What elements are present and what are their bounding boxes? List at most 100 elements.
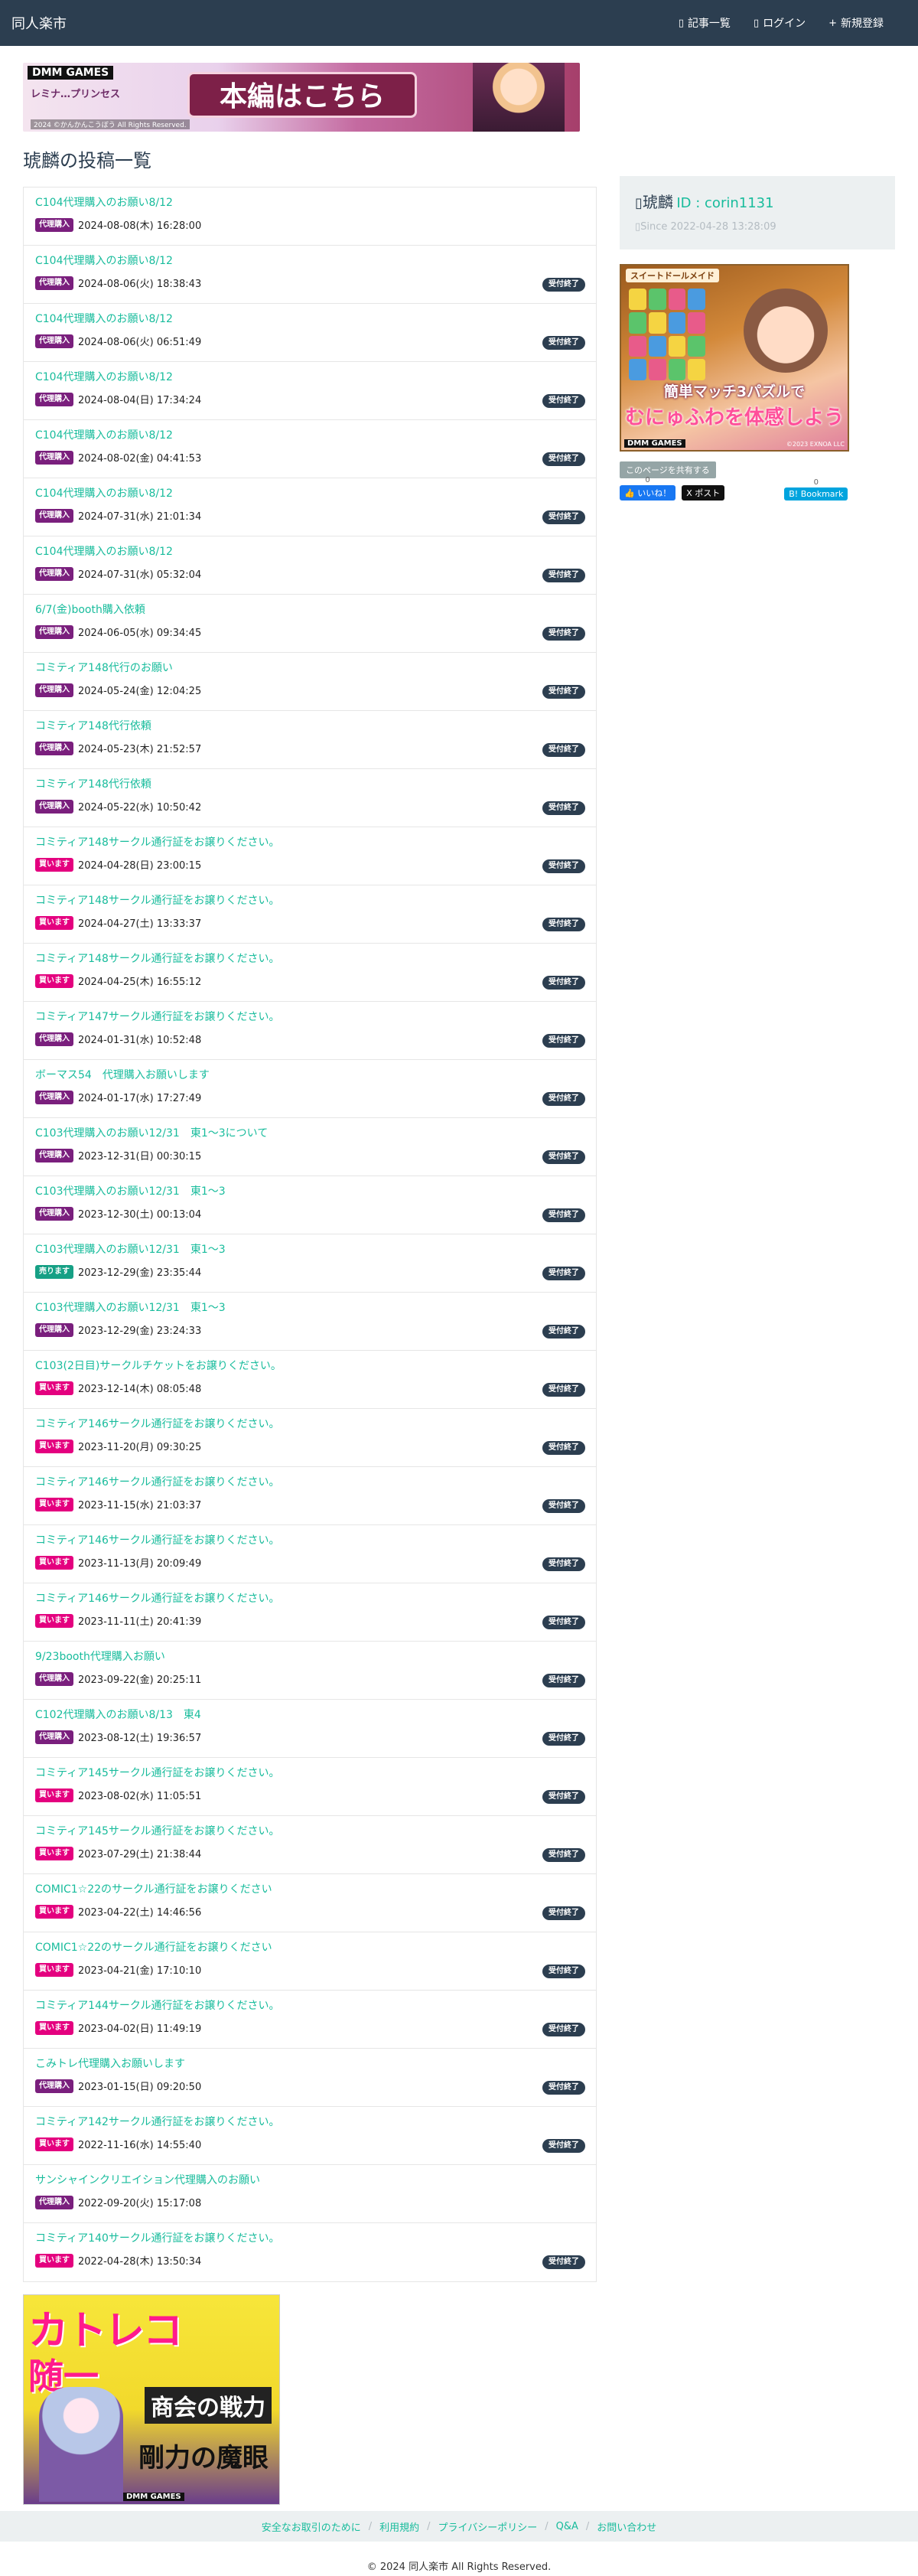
post-title-link[interactable]: コミティア148サークル通行証をお譲りください。	[35, 951, 584, 967]
nav-link-login[interactable]: ▯ ログイン	[754, 15, 806, 31]
banner-cta: 本編はこちら	[187, 72, 417, 118]
post-meta: 買います 2022-04-28(木) 13:50:34	[35, 2253, 584, 2268]
post-title-link[interactable]: C104代理購入のお願い8/12	[35, 195, 584, 210]
post-title-link[interactable]: コミティア144サークル通行証をお譲りください。	[35, 1998, 584, 2014]
post-title-link[interactable]: C104代理購入のお願い8/12	[35, 311, 584, 327]
post-title-link[interactable]: C104代理購入のお願い8/12	[35, 428, 584, 443]
post-list-item: C103代理購入のお願い12/31 東1〜3 代理購入 2023-12-29(金) …	[24, 1293, 596, 1351]
post-list-item: コミティア148サークル通行証をお譲りください。 買います 2024-04-25(木…	[24, 944, 596, 1002]
post-title-link[interactable]: コミティア147サークル通行証をお譲りください。	[35, 1009, 584, 1025]
post-title-link[interactable]: C102代理購入のお願い8/13 東4	[35, 1707, 584, 1723]
post-title-link[interactable]: こみトレ代理購入お願いします	[35, 2056, 584, 2072]
top-ad-banner[interactable]: DMM GAMES レミナ…プリンセス 本編はこちら 2024 ©かんかんこうぼ…	[23, 63, 580, 132]
post-date: 2024-04-25(木) 16:55:12	[78, 977, 202, 988]
post-title-link[interactable]: コミティア145サークル通行証をお譲りください。	[35, 1766, 584, 1781]
post-title-link[interactable]: C104代理購入のお願い8/12	[35, 370, 584, 385]
post-date: 2024-08-04(日) 17:34:24	[78, 395, 202, 406]
footer-link[interactable]: 利用規約	[379, 2519, 419, 2534]
post-title-link[interactable]: コミティア148代行のお願い	[35, 660, 584, 676]
post-title-link[interactable]: C103代理購入のお願い12/31 東1〜3	[35, 1184, 584, 1199]
share-buttons: 0 👍 いいね！ X ポスト 0 B! Bookmark	[620, 476, 848, 501]
post-title-link[interactable]: コミティア145サークル通行証をお譲りください。	[35, 1824, 584, 1839]
post-type-badge: 代理購入	[35, 683, 73, 697]
post-meta: 代理購入 2024-08-06(火) 06:51:49	[35, 334, 584, 348]
hatena-bookmark-label: B! Bookmark	[784, 487, 848, 501]
post-title-link[interactable]: コミティア148代行依頼	[35, 777, 584, 792]
site-brand[interactable]: 同人楽市	[11, 13, 67, 33]
ad-game-tag: スイートドールメイド	[626, 269, 719, 282]
status-badge: 受付終了	[542, 2023, 585, 2036]
post-title-link[interactable]: ボーマス54 代理購入お願いします	[35, 1068, 584, 1083]
post-title-link[interactable]: サンシャインクリエイション代理購入のお願い	[35, 2173, 584, 2188]
ad-character-art	[39, 2387, 123, 2502]
nav-link-articles[interactable]: ▯ 記事一覧	[679, 15, 731, 31]
status-badge: 受付終了	[542, 743, 585, 757]
status-badge: 受付終了	[542, 278, 585, 292]
footer-link[interactable]: プライバシーポリシー	[438, 2519, 538, 2534]
post-type-badge: 代理購入	[35, 217, 73, 232]
post-meta: 買います 2024-04-28(日) 23:00:15	[35, 857, 584, 872]
x-post-button[interactable]: X ポスト	[682, 485, 725, 501]
post-title-link[interactable]: コミティア148サークル通行証をお譲りください。	[35, 893, 584, 908]
post-title-link[interactable]: C103代理購入のお願い12/31 東1〜3について	[35, 1126, 584, 1141]
footer-link[interactable]: 安全なお取引のために	[262, 2519, 361, 2534]
status-badge: 受付終了	[542, 1848, 585, 1862]
bottom-ad-banner[interactable]: カトレコ 随一 商会の戦力 剛力の魔眼 DMM GAMES	[23, 2294, 280, 2505]
post-list-item: 6/7(金)booth購入依頼 代理購入 2024-06-05(水) 09:34:4…	[24, 595, 596, 653]
post-title-link[interactable]: C104代理購入のお願い8/12	[35, 544, 584, 559]
status-badge: 受付終了	[542, 1616, 585, 1629]
post-list-item: コミティア147サークル通行証をお譲りください。 代理購入 2024-01-31(水…	[24, 1002, 596, 1060]
post-title-link[interactable]: 6/7(金)booth購入依頼	[35, 602, 584, 618]
post-title-link[interactable]: C103代理購入のお願い12/31 東1〜3	[35, 1242, 584, 1257]
post-meta: 買います 2023-11-13(月) 20:09:49	[35, 1555, 584, 1570]
post-date: 2024-01-31(水) 10:52:48	[78, 1035, 202, 1046]
footer-link[interactable]: Q&A	[556, 2521, 578, 2532]
post-list-item: コミティア146サークル通行証をお譲りください。 買います 2023-11-15(水…	[24, 1467, 596, 1525]
post-type-badge: 買います	[35, 1846, 73, 1860]
post-title-link[interactable]: C104代理購入のお願い8/12	[35, 253, 584, 269]
nav-link-register[interactable]: + 新規登録	[828, 15, 884, 31]
post-title-link[interactable]: 9/23booth代理購入お願い	[35, 1649, 584, 1665]
facebook-like-button[interactable]: 0 👍 いいね！	[620, 476, 676, 501]
post-type-badge: 代理購入	[35, 741, 73, 755]
post-title-link[interactable]: コミティア148サークル通行証をお譲りください。	[35, 835, 584, 850]
post-type-badge: 買います	[35, 857, 73, 872]
facebook-like-label: 👍 いいね！	[620, 485, 676, 501]
footer-separator: /	[368, 2520, 373, 2532]
post-list-item: コミティア144サークル通行証をお譲りください。 買います 2023-04-02(日…	[24, 1991, 596, 2049]
post-meta: 代理購入 2024-08-04(日) 17:34:24	[35, 392, 584, 406]
status-badge: 受付終了	[542, 1557, 585, 1571]
post-title-link[interactable]: COMIC1☆22のサークル通行証をお譲りください	[35, 1940, 584, 1955]
post-meta: 買います 2023-12-14(木) 08:05:48	[35, 1381, 584, 1395]
post-title-link[interactable]: コミティア142サークル通行証をお譲りください。	[35, 2115, 584, 2130]
post-meta: 買います 2024-04-25(木) 16:55:12	[35, 973, 584, 988]
post-date: 2024-05-24(金) 12:04:25	[78, 686, 202, 697]
post-date: 2023-07-29(土) 21:38:44	[78, 1849, 202, 1860]
post-title-link[interactable]: コミティア146サークル通行証をお譲りください。	[35, 1591, 584, 1606]
post-title-link[interactable]: コミティア146サークル通行証をお譲りください。	[35, 1417, 584, 1432]
post-list-item: C104代理購入のお願い8/12 代理購入 2024-08-06(火) 06:51:…	[24, 304, 596, 362]
post-type-badge: 代理購入	[35, 1032, 73, 1046]
post-title-link[interactable]: コミティア146サークル通行証をお譲りください。	[35, 1475, 584, 1490]
post-meta: 買います 2023-11-11(土) 20:41:39	[35, 1613, 584, 1628]
footer-link[interactable]: お問い合わせ	[597, 2519, 656, 2534]
ad-copy-line1: 簡単マッチ3パズルで	[663, 383, 806, 400]
post-list-item: C102代理購入のお願い8/13 東4 代理購入 2023-08-12(土) 19:…	[24, 1700, 596, 1758]
sidebar-ad-banner[interactable]: スイートドールメイド 簡単マッチ3パズルで むにゅふわを体感しよう DMM GA…	[620, 264, 849, 452]
post-date: 2023-12-14(木) 08:05:48	[78, 1384, 202, 1395]
post-title-link[interactable]: コミティア148代行依頼	[35, 719, 584, 734]
post-meta: 代理購入 2024-06-05(水) 09:34:45	[35, 624, 584, 639]
post-title-link[interactable]: COMIC1☆22のサークル通行証をお譲りください	[35, 1882, 584, 1897]
post-title-link[interactable]: C103(2日目)サークルチケットをお譲りください。	[35, 1358, 584, 1374]
post-date: 2024-08-06(火) 18:38:43	[78, 279, 202, 290]
post-title-link[interactable]: コミティア146サークル通行証をお譲りください。	[35, 1533, 584, 1548]
hatena-bookmark-button[interactable]: 0 B! Bookmark	[784, 478, 848, 501]
post-type-badge: 代理購入	[35, 1730, 73, 1744]
status-badge: 受付終了	[542, 627, 585, 641]
post-meta: 代理購入 2023-08-12(土) 19:36:57	[35, 1730, 584, 1744]
post-date: 2023-08-02(水) 11:05:51	[78, 1791, 202, 1802]
post-title-link[interactable]: コミティア140サークル通行証をお譲りください。	[35, 2231, 584, 2246]
post-list-item: コミティア142サークル通行証をお譲りください。 買います 2022-11-16(水…	[24, 2107, 596, 2165]
post-title-link[interactable]: C104代理購入のお願い8/12	[35, 486, 584, 501]
post-title-link[interactable]: C103代理購入のお願い12/31 東1〜3	[35, 1300, 584, 1316]
